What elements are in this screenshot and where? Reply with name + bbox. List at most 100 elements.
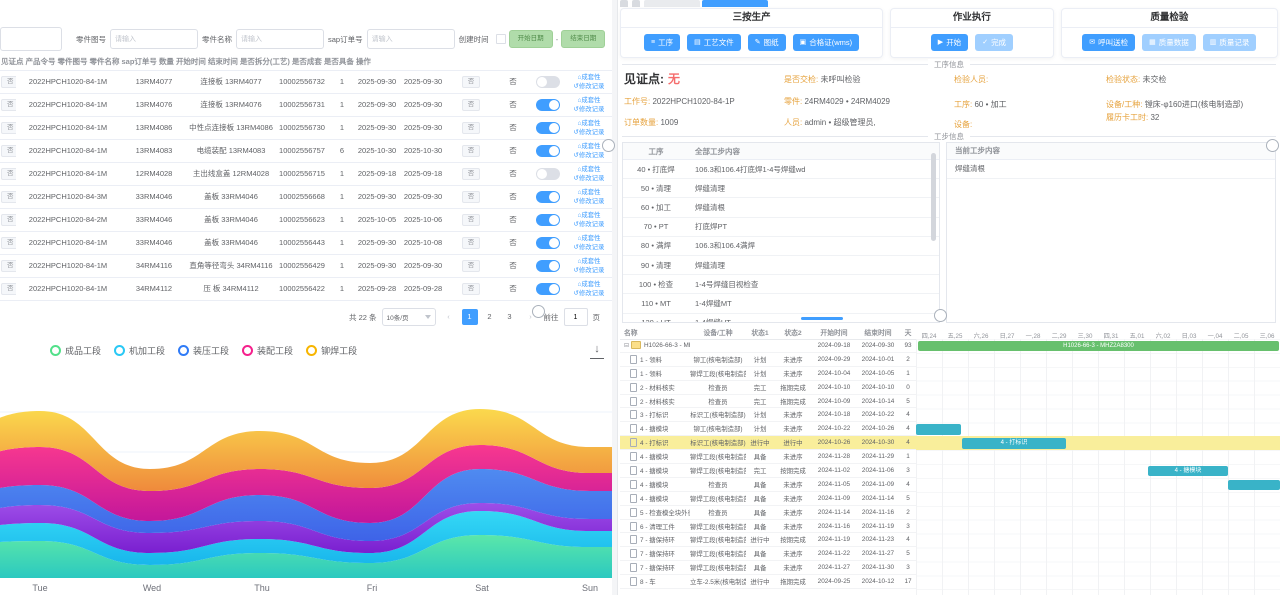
gantt-row[interactable]: ⊟ 8 - 车 立车-2.5米(核电制造部) 进行中 拖期完成 2024-09-…: [620, 575, 916, 589]
modify-record-link[interactable]: ↺修改记录: [574, 175, 605, 182]
modify-record-link[interactable]: ↺修改记录: [574, 244, 605, 251]
gantt-row[interactable]: ⊟ 7 - 搪保持环 铆焊工段(核电制造部) 进行中 按期完成 2024-11-…: [620, 533, 916, 547]
gantt-row[interactable]: ⊟ 3 - 打标识 标识工(核电制造部) 计划 未进序 2024-10-18 2…: [620, 408, 916, 422]
legend-item[interactable]: 成品工段: [50, 344, 101, 357]
process-row[interactable]: 80 • 满焊 106.3和106.4满焊: [623, 237, 939, 256]
gantt-row[interactable]: ⊟ 4 - 打标识 标识工(核电制造部) 进行中 进行中 2024-10-26 …: [620, 436, 916, 450]
witness-chip[interactable]: 否: [1, 145, 16, 156]
split-chip[interactable]: 否: [462, 99, 481, 110]
gantt-row[interactable]: ⊟ 4 - 搪模块 铆焊工段(核电制造部) 具备 未进序 2024-11-09 …: [620, 492, 916, 506]
suite-link[interactable]: ⌂成套性: [577, 189, 600, 196]
ready-toggle[interactable]: [536, 283, 560, 295]
split-chip[interactable]: 否: [462, 237, 481, 248]
ready-toggle[interactable]: [536, 145, 560, 157]
modify-record-link[interactable]: ↺修改记录: [574, 129, 605, 136]
gantt-bar[interactable]: [1228, 480, 1280, 491]
gantt-bar[interactable]: [916, 424, 961, 435]
table-row[interactable]: 否 2022HPCH1020-84-1M 34RM4112 压 板 34RM41…: [0, 278, 612, 301]
table-row[interactable]: 否 2022HPCH1020-84-1M 12RM4028 主出线盒盖 12RM…: [0, 163, 612, 186]
gantt-row[interactable]: ⊟ 7 - 搪保持环 铆焊工段(核电制造部) 具备 未进序 2024-11-22…: [620, 547, 916, 561]
witness-chip[interactable]: 否: [1, 99, 16, 110]
gantt-row[interactable]: ⊟ 4 - 搪模块 铆工(核电制造部) 计划 未进序 2024-10-22 20…: [620, 422, 916, 436]
gantt-row[interactable]: ⊟ 1 - 领料 铆工(核电制造部) 计划 未进序 2024-09-29 202…: [620, 353, 916, 367]
modify-record-link[interactable]: ↺修改记录: [574, 221, 605, 228]
suite-link[interactable]: ⌂成套性: [577, 74, 600, 81]
witness-chip[interactable]: 否: [1, 260, 16, 271]
card-button[interactable]: ▤ 工艺文件: [687, 34, 741, 51]
process-row[interactable]: 50 • 清理 焊缝清理: [623, 179, 939, 198]
gantt-row[interactable]: ⊟ 7 - 搪保持环 铆焊工段(核电制造部) 具备 未进序 2024-11-27…: [620, 561, 916, 575]
suite-link[interactable]: ⌂成套性: [577, 97, 600, 104]
witness-chip[interactable]: 否: [1, 168, 16, 179]
process-row[interactable]: 90 • 清理 焊缝清理: [623, 256, 939, 275]
part-no-input[interactable]: [110, 29, 198, 49]
card-button[interactable]: ≡ 工序: [644, 34, 680, 51]
gantt-row[interactable]: ⊟ 1 - 领料 铆焊工段(核电制造部) 计划 未进序 2024-10-04 2…: [620, 367, 916, 381]
created-time-checkbox[interactable]: [496, 34, 506, 44]
goto-page-input[interactable]: [564, 308, 588, 326]
card-button[interactable]: ✓ 完成: [975, 34, 1013, 51]
table-row[interactable]: 否 2022HPCH1020-84-1M 13RM4086 中性点连接板 13R…: [0, 117, 612, 140]
gantt-bar[interactable]: 4 - 打标识: [962, 438, 1066, 449]
split-chip[interactable]: 否: [462, 260, 481, 271]
gantt-row[interactable]: ⊟ 2 - 材料核实 检查员 完工 拖期完成 2024-10-10 2024-1…: [620, 381, 916, 395]
ready-toggle[interactable]: [536, 76, 560, 88]
suite-link[interactable]: ⌂成套性: [577, 120, 600, 127]
split-chip[interactable]: 否: [462, 122, 481, 133]
split-chip[interactable]: 否: [462, 168, 481, 179]
witness-chip[interactable]: 否: [1, 76, 16, 87]
table-row[interactable]: 否 2022HPCH1020-84-1M 13RM4077 连接板 13RM40…: [0, 71, 612, 94]
gantt-row[interactable]: ⊟ 4 - 搪模块 铆焊工段(核电制造部) 完工 按期完成 2024-11-02…: [620, 464, 916, 478]
page-number-button[interactable]: 3: [502, 309, 518, 325]
legend-item[interactable]: 机加工段: [114, 344, 165, 357]
gantt-bar[interactable]: 4 - 搪模块: [1148, 466, 1228, 477]
suite-link[interactable]: ⌂成套性: [577, 143, 600, 150]
gantt-row[interactable]: ⊟ 2 - 材料核实 检查员 完工 拖期完成 2024-10-09 2024-1…: [620, 395, 916, 409]
card-button[interactable]: ▶ 开始: [931, 34, 968, 51]
resize-handle-chart[interactable]: [532, 305, 545, 318]
process-row[interactable]: 100 • 检查 1-4号焊缝目视检查: [623, 275, 939, 294]
start-date-button[interactable]: 开始日期: [509, 30, 553, 48]
split-chip[interactable]: 否: [462, 191, 481, 202]
table-row[interactable]: 否 2022HPCH1020-84-1M 33RM4046 盖板 33RM404…: [0, 232, 612, 255]
process-row[interactable]: 70 • PT 打底焊PT: [623, 218, 939, 237]
table-row[interactable]: 否 2022HPCH1020-84-1M 13RM4083 电缆装配 13RM4…: [0, 140, 612, 163]
split-chip[interactable]: 否: [462, 283, 481, 294]
ready-toggle[interactable]: [536, 122, 560, 134]
suite-link[interactable]: ⌂成套性: [577, 212, 600, 219]
witness-chip[interactable]: 否: [1, 214, 16, 225]
modify-record-link[interactable]: ↺修改记录: [574, 290, 605, 297]
witness-chip[interactable]: 否: [1, 237, 16, 248]
suite-link[interactable]: ⌂成套性: [577, 235, 600, 242]
ready-toggle[interactable]: [536, 237, 560, 249]
legend-item[interactable]: 装配工段: [242, 344, 293, 357]
split-chip[interactable]: 否: [462, 145, 481, 156]
card-button[interactable]: ✎ 图纸: [748, 34, 786, 51]
download-icon[interactable]: ↓: [590, 344, 604, 359]
suite-link[interactable]: ⌂成套性: [577, 281, 600, 288]
process-row[interactable]: 110 • MT 1-4焊缝MT: [623, 294, 939, 313]
witness-chip[interactable]: 否: [1, 191, 16, 202]
card-button[interactable]: ▥ 质量记录: [1203, 34, 1257, 51]
resize-handle-bottom[interactable]: [934, 309, 947, 322]
tab-fragment-active[interactable]: [702, 0, 768, 7]
witness-chip[interactable]: 否: [1, 122, 16, 133]
table-row[interactable]: 否 2022HPCH1020-84-3M 33RM4046 盖板 33RM404…: [0, 186, 612, 209]
modify-record-link[interactable]: ↺修改记录: [574, 198, 605, 205]
gantt-row[interactable]: ⊟ 4 - 搪模块 检查员 具备 未进序 2024-11-05 2024-11-…: [620, 478, 916, 492]
split-chip[interactable]: 否: [462, 76, 481, 87]
page-number-button[interactable]: 1: [462, 309, 478, 325]
table-row[interactable]: 否 2022HPCH1020-84-2M 33RM4046 盖板 33RM404…: [0, 209, 612, 232]
process-row[interactable]: 60 • 加工 焊缝清根: [623, 198, 939, 217]
table-row[interactable]: 否 2022HPCH1020-84-1M 13RM4076 连接板 13RM40…: [0, 94, 612, 117]
tree-collapse-icon[interactable]: ⊟: [624, 342, 629, 349]
resize-handle-right[interactable]: [1266, 139, 1279, 152]
page-number-button[interactable]: 2: [482, 309, 498, 325]
ready-toggle[interactable]: [536, 168, 560, 180]
resize-handle-left[interactable]: [602, 139, 615, 152]
end-date-button[interactable]: 结束日期: [561, 30, 605, 48]
modify-record-link[interactable]: ↺修改记录: [574, 267, 605, 274]
card-button[interactable]: ✉ 呼叫送检: [1082, 34, 1135, 51]
gantt-row[interactable]: ⊟ 4 - 搪模块 铆焊工段(核电制造部) 具备 未进序 2024-11-28 …: [620, 450, 916, 464]
legend-item[interactable]: 装压工段: [178, 344, 229, 357]
